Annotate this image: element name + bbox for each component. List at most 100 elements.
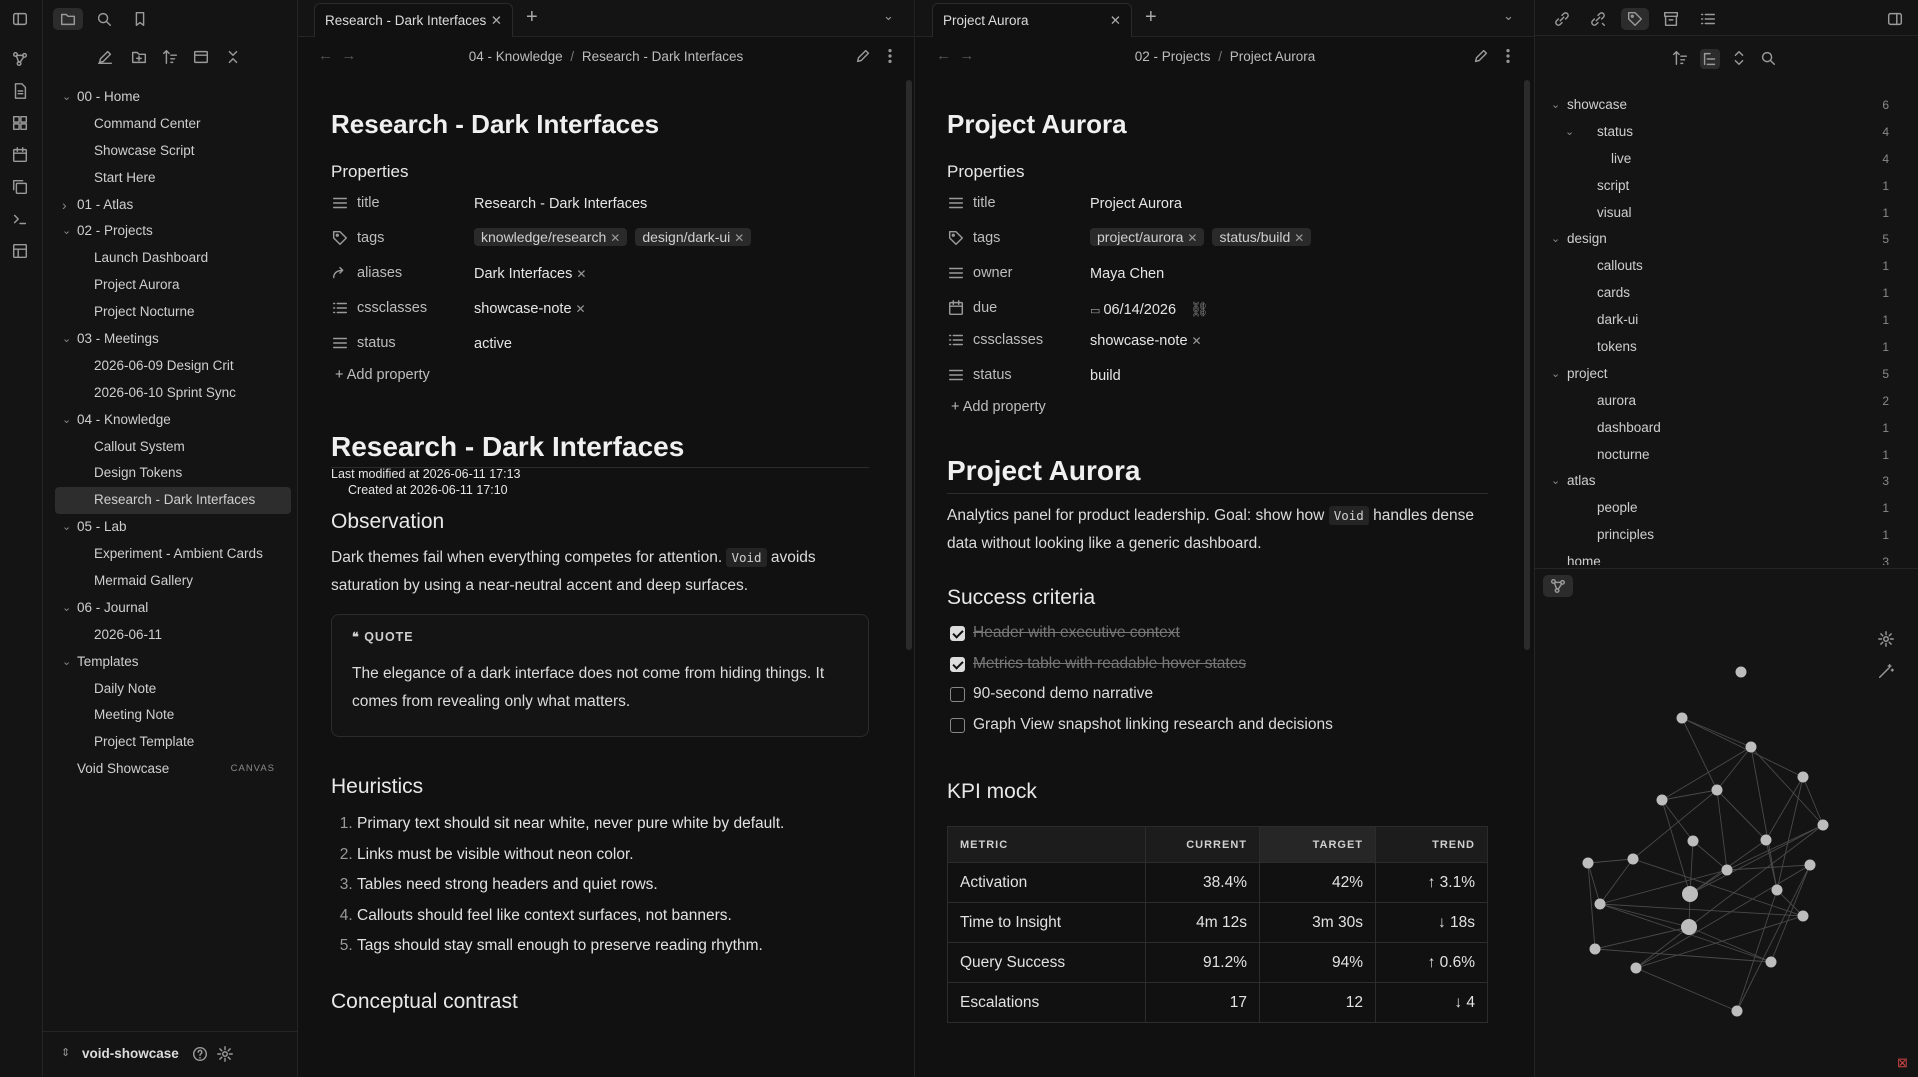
breadcrumb-folder[interactable]: 04 - Knowledge [469,49,563,64]
new-note-icon[interactable] [11,82,31,102]
chevron-icon[interactable]: › [62,192,74,219]
graph-node[interactable] [1627,853,1639,865]
tag-item[interactable]: tokens 1 [1535,334,1918,361]
graph-node[interactable] [1731,1005,1743,1017]
table-row[interactable]: Activation 38.4% 42% ↑ 3.1% [947,862,1488,903]
chevron-icon[interactable]: ⌄ [1551,361,1560,388]
remove-tag-icon[interactable]: ✕ [1294,231,1304,245]
auto-reveal-icon[interactable] [192,48,210,66]
graph-view-icon[interactable] [11,50,31,70]
tag-item[interactable]: people 1 [1535,495,1918,522]
tree-item-folder[interactable]: ⌄ 00 - Home [55,84,291,111]
graph-node[interactable] [1817,819,1829,831]
tag-item[interactable]: script 1 [1535,173,1918,200]
new-folder-icon[interactable] [130,48,148,66]
tag-item[interactable]: ⌄ project 5 [1535,361,1918,388]
property-value[interactable]: Dark Interfaces ✕ [474,266,586,282]
tag-item[interactable]: visual 1 [1535,200,1918,227]
graph-node[interactable] [1594,898,1606,910]
tree-item-folder[interactable]: ⌄ Templates [55,649,291,676]
column-header-current[interactable]: CURRENT [1145,826,1260,863]
tab-list-chevron-icon[interactable]: ⌄ [883,8,894,24]
property-value[interactable]: showcase-note ✕ [1090,333,1202,349]
settings-gear-icon[interactable] [216,1045,234,1063]
archive-icon[interactable] [1657,8,1685,30]
graph-node[interactable] [1681,919,1697,935]
more-options-icon[interactable] [1499,47,1517,65]
canvas-icon[interactable] [11,114,31,134]
nested-tags-icon[interactable] [1700,49,1720,69]
graph-node[interactable] [1735,666,1747,678]
tree-item-file[interactable]: Mermaid Gallery [55,568,291,595]
tag-item[interactable]: cards 1 [1535,280,1918,307]
close-tab-icon[interactable]: ✕ [491,4,502,37]
tag-item[interactable]: callouts 1 [1535,253,1918,280]
breadcrumb-note[interactable]: Project Aurora [1230,49,1316,64]
tree-item-folder[interactable]: ⌄ 05 - Lab [55,514,291,541]
tag-item[interactable]: live 4 [1535,146,1918,173]
graph-node[interactable] [1760,834,1772,846]
tags-tab-icon[interactable] [1621,8,1649,30]
tree-item-file[interactable]: Start Here [55,165,291,192]
task-checkbox[interactable] [950,656,965,672]
chevron-icon[interactable]: ⌄ [62,326,74,353]
graph-canvas[interactable] [1535,610,1918,1077]
tab-project-aurora[interactable]: Project Aurora ✕ [932,3,1132,37]
task-checkbox[interactable] [950,717,965,733]
toggle-sidebar-icon[interactable] [5,8,35,30]
tree-item-file[interactable]: 2026-06-09 Design Crit [55,353,291,380]
vault-switch-icon[interactable]: ⇕ [61,1046,70,1059]
graph-node[interactable] [1676,712,1688,724]
files-tab-icon[interactable] [53,8,83,30]
graph-node[interactable] [1745,741,1757,753]
tree-item-folder[interactable]: ⌄ 04 - Knowledge [55,407,291,434]
tree-item-file[interactable]: Launch Dashboard [55,245,291,272]
chevron-icon[interactable]: ⌄ [62,218,74,245]
tab-research-dark-interfaces[interactable]: Research - Dark Interfaces ✕ [314,3,513,37]
column-header-metric[interactable]: METRIC [947,826,1146,863]
search-icon[interactable] [1759,49,1777,67]
tree-item-folder[interactable]: Void Showcase CANVAS [55,756,291,783]
property-value[interactable]: ▭ 06/14/2026 ⛓ [1090,301,1208,318]
sort-icon[interactable] [161,48,179,66]
task-checkbox[interactable] [950,687,965,702]
tag-item[interactable]: principles 1 [1535,522,1918,549]
tree-item-file[interactable]: Daily Note [55,676,291,703]
graph-node[interactable] [1582,857,1594,869]
graph-node[interactable] [1797,910,1809,922]
column-header-trend[interactable]: TREND [1375,826,1488,863]
chevron-icon[interactable]: ⌄ [62,649,74,676]
property-value[interactable]: showcase-note ✕ [474,301,586,317]
new-tab-icon[interactable]: + [1145,6,1157,29]
templates-icon[interactable] [11,242,31,262]
remove-tag-icon[interactable]: ✕ [610,231,620,245]
edit-mode-icon[interactable] [1472,47,1490,65]
help-icon[interactable] [191,1045,209,1063]
tag-item[interactable]: ⌄ showcase 6 [1535,92,1918,119]
tree-item-file[interactable]: Command Center [55,111,291,138]
breadcrumb-note[interactable]: Research - Dark Interfaces [582,49,743,64]
graph-node[interactable] [1711,784,1723,796]
tree-item-file[interactable]: 2026-06-10 Sprint Sync [55,380,291,407]
tree-item-folder[interactable]: ⌄ 03 - Meetings [55,326,291,353]
tree-item-file[interactable]: Meeting Note [55,702,291,729]
vault-name[interactable]: void-showcase [82,1046,179,1061]
terminal-icon[interactable] [11,210,31,230]
property-value[interactable]: Research - Dark Interfaces [474,196,647,212]
outline-icon[interactable] [1694,8,1722,30]
backlinks-icon[interactable] [1548,8,1576,30]
chevron-icon[interactable]: ⌄ [62,407,74,434]
new-note-icon[interactable] [96,48,114,66]
sync-error-icon[interactable]: ⊠ [1897,1055,1908,1071]
remove-tag-icon[interactable]: ✕ [734,231,744,245]
remove-cssclass-icon[interactable]: ✕ [1192,334,1202,348]
tab-list-chevron-icon[interactable]: ⌄ [1503,8,1514,24]
tree-item-file[interactable]: Showcase Script [55,138,291,165]
property-value[interactable]: active [474,336,512,352]
tree-item-file[interactable]: Design Tokens [55,460,291,487]
new-tab-icon[interactable]: + [526,6,538,29]
graph-node[interactable] [1682,886,1698,902]
table-row[interactable]: Query Success 91.2% 94% ↑ 0.6% [947,942,1488,983]
tag-pill[interactable]: design/dark-ui ✕ [635,228,752,246]
chevron-icon[interactable]: ⌄ [1551,92,1560,119]
